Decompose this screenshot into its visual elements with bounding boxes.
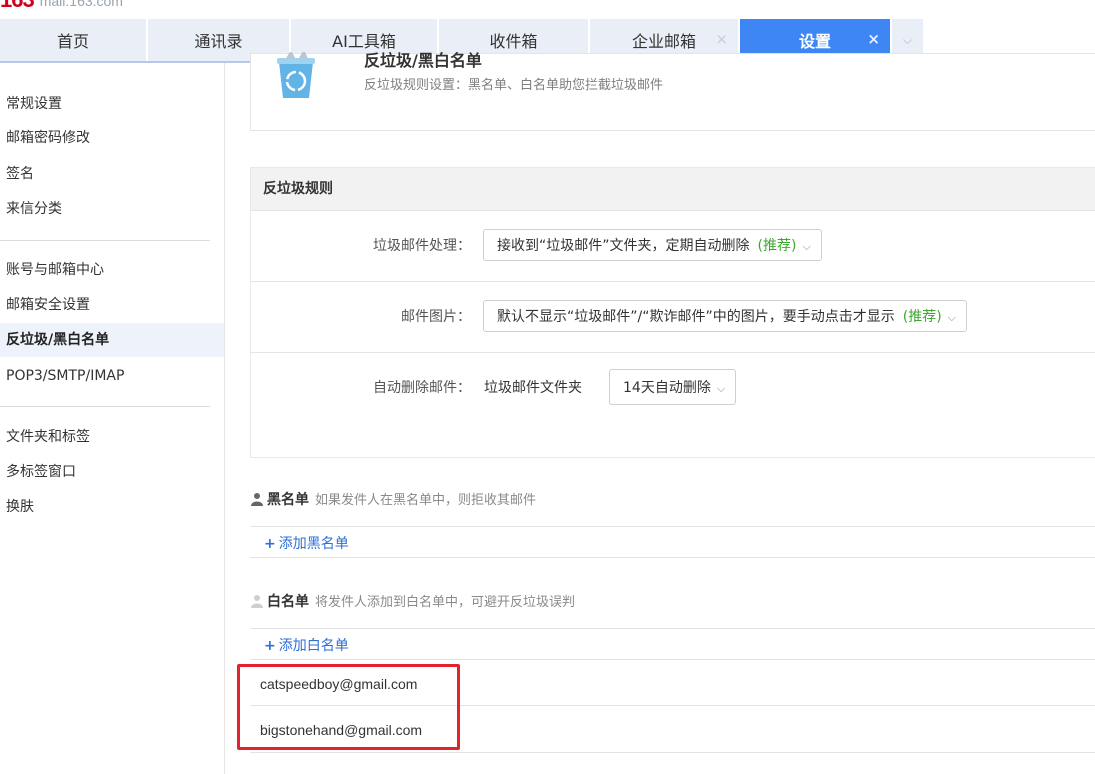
spam-handling-select[interactable]: 接收到“垃圾邮件”文件夹，定期自动删除 (推荐) ⌵: [483, 229, 822, 261]
divider: [250, 752, 1095, 753]
page-header-card: 反垃圾/黑白名单 反垃圾规则设置：黑名单、白名单助您拦截垃圾邮件: [250, 51, 1095, 131]
mail-logo[interactable]: 163 mail.163.com: [0, 0, 123, 11]
list-title-text: 黑名单: [267, 492, 309, 508]
plus-icon: +: [264, 536, 276, 552]
highlight-box: [237, 664, 460, 750]
chevron-down-icon: ⌵: [902, 32, 913, 47]
add-link-label: 添加黑名单: [278, 536, 349, 552]
sidebar-item-signature[interactable]: 签名: [0, 157, 224, 191]
auto-delete-select[interactable]: 14天自动删除 ⌵: [609, 369, 737, 405]
recycle-bin-icon: [277, 52, 315, 98]
rule-label: 邮件图片：: [401, 309, 471, 325]
divider: [250, 659, 1095, 660]
chevron-down-icon: ⌵: [716, 382, 726, 395]
add-link-label: 添加白名单: [278, 638, 349, 654]
close-icon[interactable]: ×: [867, 30, 880, 48]
rule-label: 自动删除邮件：: [373, 380, 471, 396]
sidebar-item-antispam[interactable]: 反垃圾/黑白名单: [0, 323, 224, 357]
page-description: 反垃圾规则设置：黑名单、白名单助您拦截垃圾邮件: [364, 78, 664, 93]
sidebar-item-password[interactable]: 邮箱密码修改: [0, 121, 224, 155]
tab-label: 收件箱: [489, 32, 538, 51]
divider: [250, 526, 1095, 527]
add-whitelist-link[interactable]: + 添加白名单: [264, 635, 349, 655]
add-blacklist-link[interactable]: + 添加黑名单: [264, 533, 349, 553]
select-value: 14天自动删除: [623, 380, 711, 396]
list-description: 将发件人添加到白名单中，可避开反垃圾误判: [315, 595, 576, 610]
sidebar-item-pop3-smtp-imap[interactable]: POP3/SMTP/IMAP: [0, 359, 224, 393]
tab-label: 通讯录: [194, 32, 243, 51]
sidebar-item-folders-labels[interactable]: 文件夹和标签: [0, 420, 224, 454]
sidebar-item-account-center[interactable]: 账号与邮箱中心: [0, 253, 224, 287]
recommend-tag: (推荐): [902, 309, 942, 325]
plus-icon: +: [264, 638, 276, 654]
sidebar-item-skin[interactable]: 换肤: [0, 490, 224, 524]
rule-row-images: 邮件图片： 默认不显示“垃圾邮件”/“欺诈邮件”中的图片，要手动点击才显示 (推荐…: [251, 282, 1095, 353]
blacklist-title: 黑名单 如果发件人在黑名单中，则拒收其邮件: [250, 490, 536, 510]
list-title-text: 白名单: [267, 594, 309, 610]
chevron-down-icon: ⌵: [947, 311, 957, 324]
sidebar-divider: [0, 406, 210, 407]
logo-domain: mail.163.com: [39, 0, 123, 9]
rule-row-spam-handling: 垃圾邮件处理： 接收到“垃圾邮件”文件夹，定期自动删除 (推荐) ⌵: [251, 211, 1095, 282]
person-icon: [251, 493, 263, 506]
tab-label: 企业邮箱: [631, 32, 696, 51]
close-icon[interactable]: ×: [715, 30, 728, 48]
sidebar-item-general[interactable]: 常规设置: [0, 87, 224, 121]
antispam-rules-panel: 反垃圾规则 垃圾邮件处理： 接收到“垃圾邮件”文件夹，定期自动删除 (推荐) ⌵ 邮…: [250, 167, 1095, 458]
sidebar-divider: [0, 240, 210, 241]
select-value: 默认不显示“垃圾邮件”/“欺诈邮件”中的图片，要手动点击才显示: [497, 309, 895, 325]
rules-heading: 反垃圾规则: [251, 168, 1095, 211]
sidebar-item-multi-tab[interactable]: 多标签窗口: [0, 455, 224, 489]
rule-label: 垃圾邮件处理：: [373, 238, 471, 254]
sidebar-item-mail-sorting[interactable]: 来信分类: [0, 192, 224, 226]
page-title: 反垃圾/黑白名单: [364, 51, 482, 70]
settings-sidebar: 常规设置 邮箱密码修改 签名 来信分类 账号与邮箱中心 邮箱安全设置 反垃圾/黑…: [0, 63, 225, 774]
list-description: 如果发件人在黑名单中，则拒收其邮件: [315, 493, 537, 508]
recommend-tag: (推荐): [757, 238, 797, 254]
sidebar-item-security[interactable]: 邮箱安全设置: [0, 288, 224, 322]
rule-row-auto-delete: 自动删除邮件： 垃圾邮件文件夹 14天自动删除 ⌵: [251, 353, 1095, 423]
select-value: 接收到“垃圾邮件”文件夹，定期自动删除: [497, 238, 750, 254]
logo-mark: 163: [0, 0, 35, 11]
spam-folder-label: 垃圾邮件文件夹: [484, 380, 582, 396]
person-icon: [251, 595, 263, 608]
tab-home[interactable]: 首页: [0, 19, 148, 61]
chevron-down-icon: ⌵: [802, 240, 811, 253]
tab-label: 首页: [56, 32, 89, 51]
whitelist-title: 白名单 将发件人添加到白名单中，可避开反垃圾误判: [250, 592, 575, 612]
mail-images-select[interactable]: 默认不显示“垃圾邮件”/“欺诈邮件”中的图片，要手动点击才显示 (推荐) ⌵: [483, 300, 968, 332]
divider: [250, 557, 1095, 558]
tab-label: 设置: [798, 32, 831, 51]
divider: [250, 628, 1095, 629]
